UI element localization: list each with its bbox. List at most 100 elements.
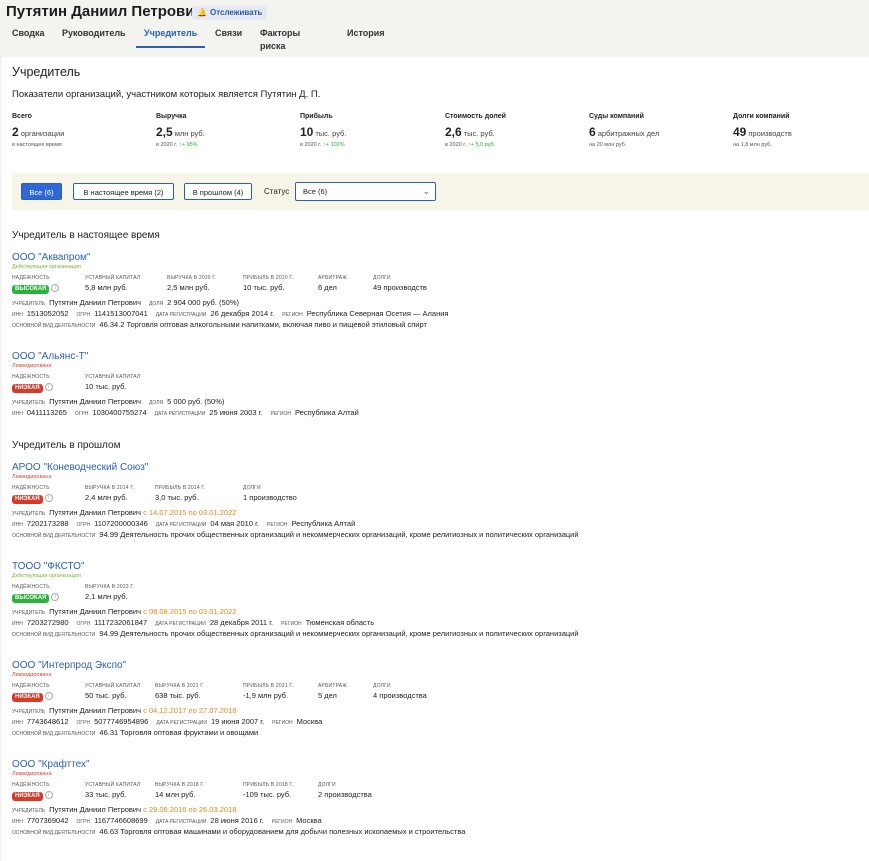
section-subtitle: Показатели организаций, участником котор… (12, 89, 321, 100)
metric-value: 2,1 млн руб. (85, 592, 128, 601)
tab-summary[interactable]: Сводка (12, 27, 45, 46)
org-card: АРОО "Коневодческий Союз" Ликвидирована На… (12, 462, 862, 540)
metric-label: Прибыль в 2020 г. (243, 275, 294, 281)
tab-connections[interactable]: Связи (215, 27, 242, 46)
founder-line: Учредитель Путятин Даниил Петрович с 29.0… (12, 804, 862, 815)
org-state: Действующая организация (12, 264, 81, 270)
founder-key: Учредитель (12, 400, 46, 406)
metric-label: Выручка в 2021 г. (155, 683, 205, 689)
org-name-link[interactable]: ООО "Крафттех" (12, 759, 862, 770)
activity-line: Основной вид деятельности 94.99 Деятельно… (12, 628, 862, 639)
filter-current-button[interactable]: В настоящее время (2) (73, 183, 174, 200)
founder-period: с 29.06.2016 по 26.03.2018 (143, 805, 237, 814)
org-card: ООО "Крафттех" Ликвидирована Надёжность НИЗ… (12, 759, 862, 837)
tab-manager[interactable]: Руководитель (62, 27, 126, 46)
filter-past-button[interactable]: В прошлом (4) (184, 183, 252, 200)
region-key: Регион (272, 720, 293, 726)
metric-col: Уставный капитал 33 тыс. руб. (85, 782, 140, 799)
info-icon[interactable]: i (44, 494, 53, 503)
reliability-col: Надёжность ВЫСОКАЯ i (12, 275, 60, 294)
stat-value-row: 2 организации (12, 123, 64, 141)
info-icon[interactable]: i (44, 383, 53, 392)
org-name-link[interactable]: ООО "Альянс-Т" (12, 351, 862, 362)
info-icon[interactable]: i (44, 692, 53, 701)
founder-key: Учредитель (12, 511, 46, 517)
reliability-value: НИЗКАЯ i (12, 691, 53, 702)
founder-line: Учредитель Путятин Даниил Петрович с 04.1… (12, 705, 862, 716)
metric-col: Выручка в 2023 г. 2,1 млн руб. (85, 584, 134, 601)
stat-unit: организации (20, 129, 65, 138)
metric-col: Прибыль в 2018 г. -109 тыс. руб. (243, 782, 293, 799)
org-state: Ликвидирована (12, 771, 52, 777)
stat-value: 2,5 (156, 125, 173, 139)
org-metrics: Надёжность НИЗКАЯ i Уставный капитал 33 тыс.… (12, 782, 862, 804)
info-icon[interactable]: i (51, 593, 60, 602)
org-metrics: Надёжность ВЫСОКАЯ i Уставный капитал 5,8 мл… (12, 275, 862, 297)
stat-label: Долги компаний (733, 113, 790, 120)
inn-value: 7202173288 (26, 519, 69, 528)
reliability-badge: ВЫСОКАЯ (12, 285, 50, 294)
registration-line: ИНН 0411113265 ОГРН 1030400755274 Дата регис… (12, 407, 862, 418)
registration-line: ИНН 7202173288 ОГРН 1107200000346 Дата регис… (12, 518, 862, 529)
founder-name[interactable]: Путятин Даниил Петрович (49, 607, 141, 616)
share-value: 5 000 руб. (50%) (167, 397, 225, 406)
org-metrics: Надёжность ВЫСОКАЯ i Выручка в 2023 г. 2,1 м… (12, 584, 862, 606)
org-name-link[interactable]: ТООО "ФКСТО" (12, 561, 862, 572)
founder-line: Учредитель Путятин Даниил Петрович Доля 2 9… (12, 297, 862, 308)
ogrn-value: 1030400755274 (92, 408, 147, 417)
registration-line: ИНН 7203272980 ОГРН 1117232061847 Дата регис… (12, 617, 862, 628)
stat-value: 2 (12, 125, 19, 139)
ogrn-key: ОГРН (76, 312, 91, 318)
founder-name[interactable]: Путятин Даниил Петрович (49, 805, 141, 814)
metric-col: Уставный капитал 50 тыс. руб. (85, 683, 140, 700)
status-select[interactable]: Все (6) ⌄ (295, 182, 436, 201)
metric-col: Выручка в 2014 г. 2,4 млн руб. (85, 485, 134, 502)
follow-button[interactable]: 🔔 Отслеживать (192, 6, 268, 20)
metric-value: -1,9 млн руб. (243, 691, 289, 700)
stat-note: в 2020 г. (156, 142, 178, 148)
reliability-value: НИЗКАЯ i (12, 493, 53, 504)
tab-founder[interactable]: Учредитель (136, 27, 206, 48)
metric-value: 2 производства (318, 790, 372, 799)
page-header: Путятин Даниил Петрович 🔔 Отслеживать Сво… (0, 0, 869, 51)
founder-key: Учредитель (12, 709, 46, 715)
founder-line: Учредитель Путятин Даниил Петрович Доля 5 0… (12, 396, 862, 407)
person-name: Путятин Даниил Петрович (6, 3, 204, 20)
current-group-title: Учредитель в настоящее время (12, 230, 160, 241)
metric-col: Долги 49 производств (373, 275, 427, 292)
inn-key: ИНН (12, 720, 23, 726)
tab-history[interactable]: История (347, 27, 385, 46)
info-icon[interactable]: i (44, 791, 53, 800)
founder-name[interactable]: Путятин Даниил Петрович (49, 508, 141, 517)
metric-col: Арбитраж 6 дел (318, 275, 347, 292)
metric-label: Арбитраж (318, 683, 348, 689)
founder-key: Учредитель (12, 610, 46, 616)
reliability-col: Надёжность НИЗКАЯ i (12, 782, 53, 801)
region-value: Москва (296, 717, 323, 726)
org-name-link[interactable]: ООО "Интерпрод Экспо" (12, 660, 862, 671)
metric-value: 638 тыс. руб. (155, 691, 201, 700)
metric-value: 5,8 млн руб. (85, 283, 128, 292)
metric-label: Выручка в 2020 г. (167, 275, 217, 281)
founder-line: Учредитель Путятин Даниил Петрович с 08.0… (12, 606, 862, 617)
stat-value-row: 2,6 тыс. руб. (445, 123, 506, 141)
ogrn-key: ОГРН (74, 411, 89, 417)
org-name-link[interactable]: АРОО "Коневодческий Союз" (12, 462, 862, 473)
reliability-value: НИЗКАЯ i (12, 382, 53, 393)
founder-name[interactable]: Путятин Даниил Петрович (49, 298, 141, 307)
stat-note: на 1,8 млн руб. (733, 142, 772, 148)
reg-date-key: Дата регистрации (155, 312, 207, 318)
metric-value: 33 тыс. руб. (85, 790, 127, 799)
founder-name[interactable]: Путятин Даниил Петрович (49, 397, 141, 406)
filter-all-button[interactable]: Все (6) (21, 183, 62, 200)
stat-unit: тыс. руб. (315, 129, 347, 138)
tab-risk-factors[interactable]: Факторы риска (260, 27, 300, 51)
info-icon[interactable]: i (51, 284, 60, 293)
founder-name[interactable]: Путятин Даниил Петрович (49, 706, 141, 715)
metric-label: Долги (243, 485, 261, 491)
org-name-link[interactable]: ООО "Аквапром" (12, 252, 862, 263)
metric-col: Выручка в 2020 г. 2,5 млн руб. (167, 275, 216, 292)
stat-note: в 2020 г. (300, 142, 322, 148)
org-metrics: Надёжность НИЗКАЯ i Выручка в 2014 г. 2,4 мл… (12, 485, 862, 507)
follow-label: Отслеживать (209, 8, 263, 17)
